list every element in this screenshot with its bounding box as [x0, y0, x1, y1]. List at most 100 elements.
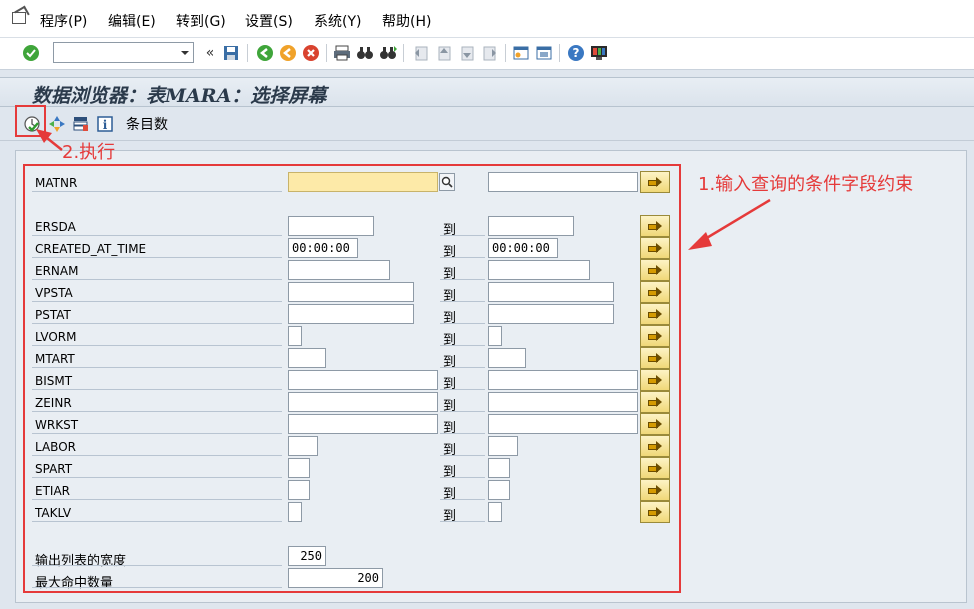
multiple-selection-button[interactable]: [640, 413, 670, 435]
field-underline: [440, 301, 485, 302]
multiple-selection-button[interactable]: [640, 281, 670, 303]
low-value-input[interactable]: [288, 480, 310, 500]
high-value-input[interactable]: [488, 414, 638, 434]
field-underline: [440, 521, 485, 522]
back-icon[interactable]: [255, 43, 275, 63]
window-menu-icon[interactable]: [12, 12, 26, 24]
info-icon[interactable]: i: [95, 114, 115, 134]
multiple-selection-button[interactable]: [640, 435, 670, 457]
multiple-selection-button[interactable]: [640, 369, 670, 391]
arrow-right-icon: [648, 177, 662, 187]
enter-check-icon[interactable]: [21, 43, 41, 63]
low-value-input[interactable]: [288, 392, 438, 412]
menu-system[interactable]: 系统(Y): [314, 11, 361, 31]
separator: [559, 44, 560, 62]
high-value-input[interactable]: [488, 216, 574, 236]
exit-icon[interactable]: [278, 43, 298, 63]
low-value-input[interactable]: [288, 414, 438, 434]
chevron-down-icon[interactable]: [181, 51, 189, 55]
multiple-selection-button[interactable]: [640, 237, 670, 259]
field-list-icon[interactable]: [71, 114, 91, 134]
field-label: LVORM: [35, 330, 77, 344]
selection-options-icon[interactable]: [47, 114, 67, 134]
matnr-high-input[interactable]: [488, 172, 638, 192]
next-page-icon[interactable]: [457, 43, 477, 63]
high-value-input[interactable]: [488, 238, 558, 258]
field-label: SPART: [35, 462, 73, 476]
high-value-input[interactable]: [488, 326, 502, 346]
low-value-input[interactable]: [288, 304, 414, 324]
high-value-input[interactable]: [488, 370, 638, 390]
high-value-input[interactable]: [488, 392, 638, 412]
layout-menu-icon[interactable]: [589, 43, 609, 63]
high-value-input[interactable]: [488, 260, 590, 280]
selection-row-spart: SPART 到: [0, 457, 974, 480]
field-label: ERSDA: [35, 220, 76, 234]
first-page-icon[interactable]: [411, 43, 431, 63]
arrow-right-icon: [648, 463, 662, 473]
new-session-icon[interactable]: [511, 43, 531, 63]
menu-goto[interactable]: 转到(G): [176, 11, 226, 31]
field-underline: [32, 279, 282, 280]
output-width-input[interactable]: [288, 546, 326, 566]
high-value-input[interactable]: [488, 282, 614, 302]
low-value-input[interactable]: [288, 436, 318, 456]
help-icon[interactable]: ?: [566, 43, 586, 63]
last-page-icon[interactable]: [480, 43, 500, 63]
menu-edit[interactable]: 编辑(E): [108, 11, 156, 31]
find-icon[interactable]: [355, 43, 375, 63]
selection-row-labor: LABOR 到: [0, 435, 974, 458]
multiple-selection-button[interactable]: [640, 347, 670, 369]
field-underline: [440, 235, 485, 236]
low-value-input[interactable]: [288, 502, 302, 522]
low-value-input[interactable]: [288, 458, 310, 478]
field-underline: [32, 477, 282, 478]
find-next-icon[interactable]: [378, 43, 398, 63]
multiple-selection-button[interactable]: [640, 325, 670, 347]
multiple-selection-button[interactable]: [640, 215, 670, 237]
multiple-selection-button[interactable]: [640, 259, 670, 281]
menu-help[interactable]: 帮助(H): [382, 11, 431, 31]
low-value-input[interactable]: [288, 216, 374, 236]
field-underline: [32, 587, 282, 588]
menu-program[interactable]: 程序(P): [40, 11, 87, 31]
high-value-input[interactable]: [488, 480, 510, 500]
max-hits-input[interactable]: [288, 568, 383, 588]
low-value-input[interactable]: [288, 260, 390, 280]
multiple-selection-button[interactable]: [640, 479, 670, 501]
high-value-input[interactable]: [488, 304, 614, 324]
matnr-low-input[interactable]: [288, 172, 438, 192]
field-label: ETIAR: [35, 484, 70, 498]
menu-settings[interactable]: 设置(S): [245, 11, 293, 31]
low-value-input[interactable]: [288, 282, 414, 302]
save-icon[interactable]: [221, 43, 241, 63]
multiple-selection-button[interactable]: [640, 171, 670, 193]
high-value-input[interactable]: [488, 502, 502, 522]
execute-highlight-box: [15, 105, 46, 137]
command-field[interactable]: [53, 42, 194, 63]
collapse-icon[interactable]: «: [200, 43, 220, 63]
svg-text:?: ?: [573, 46, 580, 60]
cancel-icon[interactable]: [301, 43, 321, 63]
field-label: TAKLV: [35, 506, 72, 520]
print-icon[interactable]: [332, 43, 352, 63]
low-value-input[interactable]: [288, 326, 302, 346]
low-value-input[interactable]: [288, 238, 358, 258]
multiple-selection-button[interactable]: [640, 303, 670, 325]
high-value-input[interactable]: [488, 436, 518, 456]
arrow-right-icon: [648, 353, 662, 363]
low-value-input[interactable]: [288, 348, 326, 368]
low-value-input[interactable]: [288, 370, 438, 390]
search-help-icon[interactable]: [439, 173, 455, 191]
high-value-input[interactable]: [488, 348, 526, 368]
multiple-selection-button[interactable]: [640, 391, 670, 413]
multiple-selection-button[interactable]: [640, 457, 670, 479]
screen-title-bar: 数据浏览器：表MARA：选择屏幕: [0, 77, 974, 107]
previous-page-icon[interactable]: [434, 43, 454, 63]
selection-row-pstat: PSTAT 到: [0, 303, 974, 326]
high-value-input[interactable]: [488, 458, 510, 478]
number-of-entries-button[interactable]: 条目数: [126, 114, 168, 134]
shortcut-icon[interactable]: [534, 43, 554, 63]
multiple-selection-button[interactable]: [640, 501, 670, 523]
field-underline: [32, 565, 282, 566]
